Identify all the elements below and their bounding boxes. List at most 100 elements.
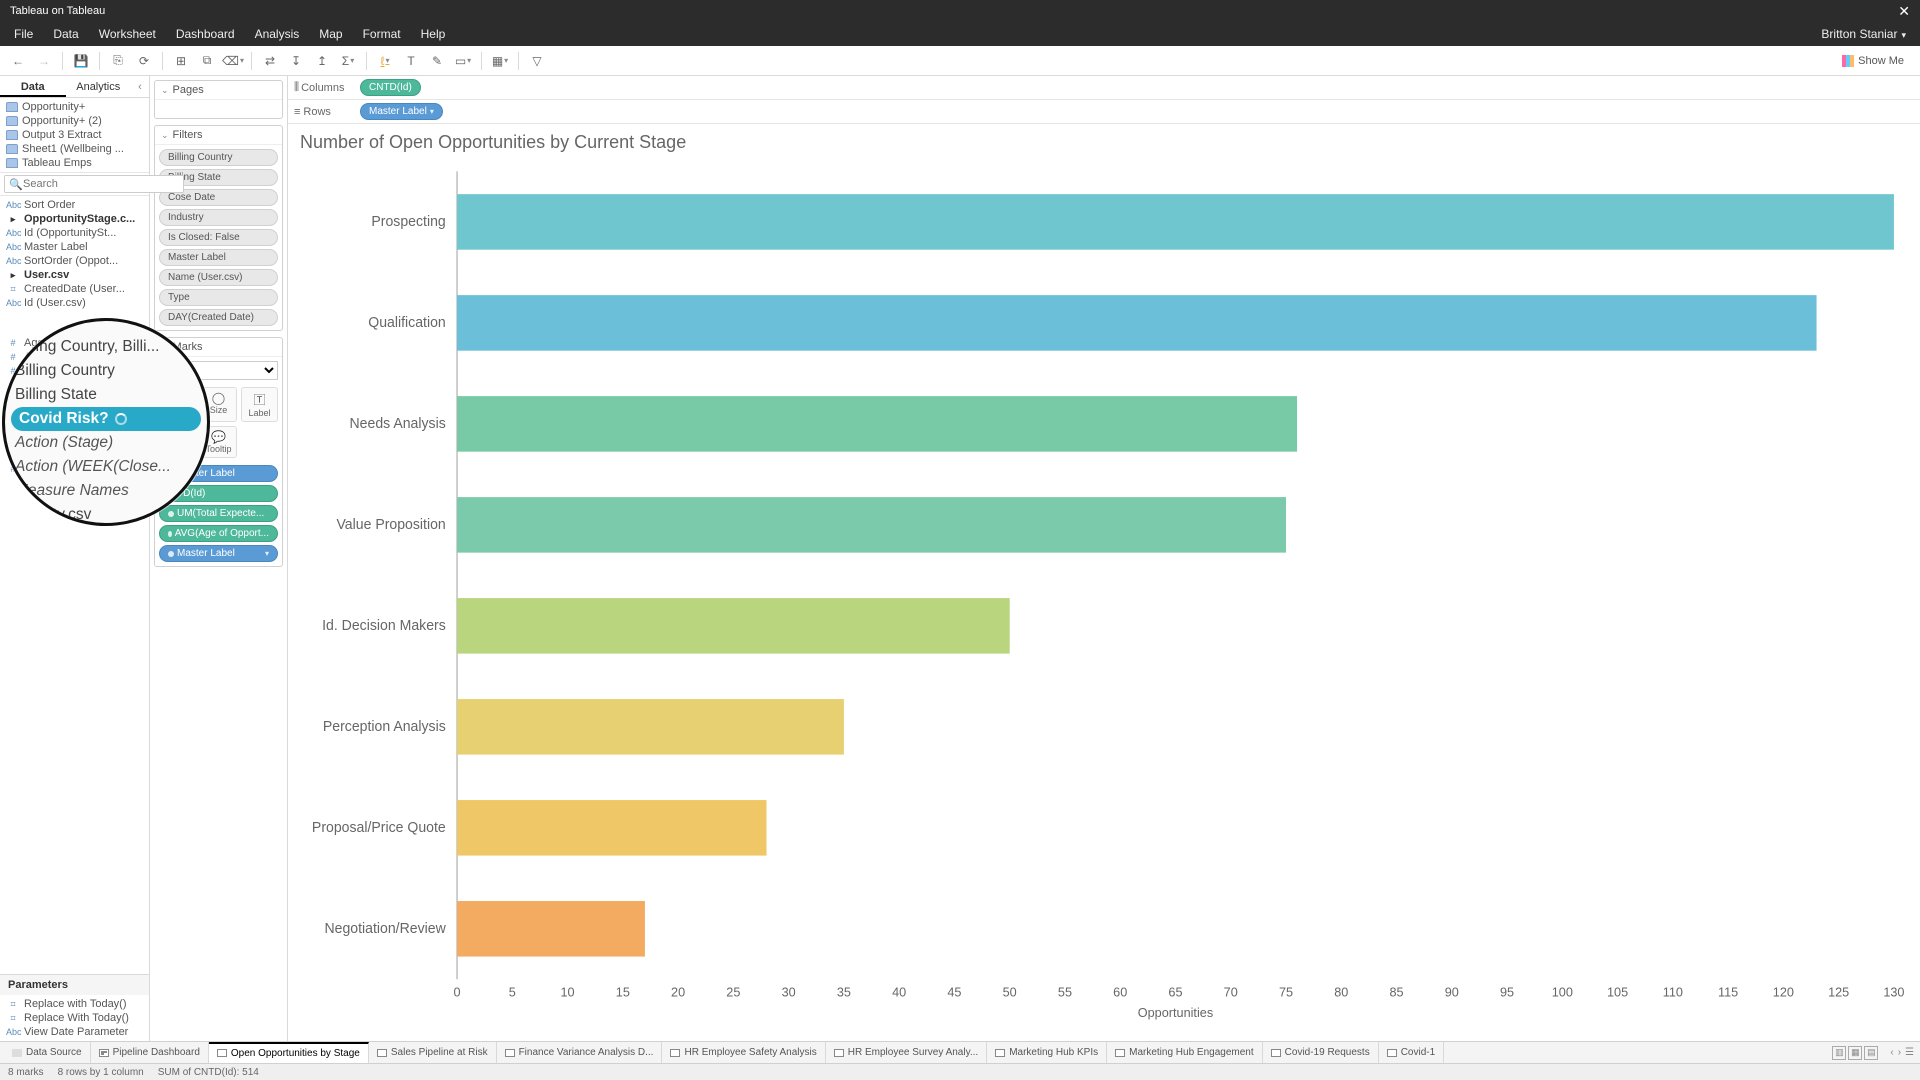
menu-format[interactable]: Format: [353, 27, 411, 41]
cards-button[interactable]: ▦: [488, 49, 512, 73]
datasource-item[interactable]: Tableau Emps: [6, 156, 143, 170]
titlebar: Tableau on Tableau ✕: [0, 0, 1920, 22]
new-sheet-button[interactable]: ⊞: [169, 49, 193, 73]
tab-analytics[interactable]: Analytics: [66, 76, 132, 97]
field-item[interactable]: ▸OpportunityStage.c...: [0, 212, 149, 226]
filter-pill[interactable]: Is Closed: False: [159, 229, 278, 246]
new-story-button[interactable]: ▤: [1864, 1046, 1878, 1060]
back-button[interactable]: ←: [6, 49, 30, 73]
field-item[interactable]: ⌗CreatedDate (User...: [0, 282, 149, 296]
menu-map[interactable]: Map: [309, 27, 352, 41]
menu-data[interactable]: Data: [43, 27, 88, 41]
totals-button[interactable]: Σ: [336, 49, 360, 73]
menu-analysis[interactable]: Analysis: [245, 27, 310, 41]
field-label: Id (OpportunitySt...: [24, 227, 116, 239]
filters-label: Filters: [173, 129, 203, 141]
filter-pill[interactable]: Name (User.csv): [159, 269, 278, 286]
tab-next-button[interactable]: ›: [1898, 1047, 1901, 1058]
show-me-button[interactable]: Show Me: [1842, 55, 1914, 67]
columns-shelf[interactable]: ⫼Columns CNTD(Id): [288, 76, 1920, 100]
parameter-item[interactable]: ⌗Replace with Today(): [0, 997, 149, 1011]
datasource-item[interactable]: Output 3 Extract: [6, 128, 143, 142]
swap-rows-cols-button[interactable]: ⇄: [258, 49, 282, 73]
datasource-item[interactable]: Opportunity+: [6, 100, 143, 114]
datasource-item[interactable]: Sheet1 (Wellbeing ...: [6, 142, 143, 156]
row-pill[interactable]: Master Label▾: [360, 103, 443, 120]
filter-pill[interactable]: DAY(Created Date): [159, 309, 278, 326]
mark-pill[interactable]: AVG(Age of Opport...: [159, 525, 278, 542]
sheet-tab[interactable]: Finance Variance Analysis D...: [497, 1042, 663, 1063]
duplicate-button[interactable]: ⧉: [195, 49, 219, 73]
datasource-icon: [12, 1049, 22, 1057]
field-item[interactable]: ▸User.csv: [0, 268, 149, 282]
mark-pill[interactable]: UM(Total Expecte...: [159, 505, 278, 522]
separator: [481, 52, 482, 70]
parameter-item[interactable]: ⌗Replace With Today(): [0, 1011, 149, 1025]
sheet-tab-label: Covid-1: [1401, 1047, 1435, 1058]
new-datasource-button[interactable]: ⎘: [106, 49, 130, 73]
field-item[interactable]: AbcSortOrder (Oppot...: [0, 254, 149, 268]
highlight-button[interactable]: ℓ: [373, 49, 397, 73]
filter-pill[interactable]: Master Label: [159, 249, 278, 266]
status-rows: 8 rows by 1 column: [58, 1067, 144, 1078]
close-icon[interactable]: ✕: [1898, 3, 1910, 20]
bar-chart[interactable]: ProspectingQualificationNeeds AnalysisVa…: [288, 157, 1920, 1041]
sort-desc-button[interactable]: ↥: [310, 49, 334, 73]
tab-prev-button[interactable]: ‹: [1890, 1047, 1893, 1058]
sheet-tab[interactable]: Data Source: [0, 1042, 91, 1063]
new-worksheet-button[interactable]: ▥: [1832, 1046, 1846, 1060]
save-button[interactable]: 💾: [69, 49, 93, 73]
rows-shelf[interactable]: ≡Rows Master Label▾: [288, 100, 1920, 124]
filter-pill[interactable]: Type: [159, 289, 278, 306]
user-menu[interactable]: Britton Staniar: [1821, 27, 1916, 41]
collapse-datapane-icon[interactable]: ‹: [131, 76, 149, 97]
pill-label: AVG(Age of Opport...: [175, 528, 269, 539]
sheet-tab[interactable]: Covid-19 Requests: [1263, 1042, 1379, 1063]
filter-pill[interactable]: Billing Country: [159, 149, 278, 166]
sheet-tab[interactable]: Covid-1: [1379, 1042, 1444, 1063]
tab-list-button[interactable]: ☰: [1905, 1047, 1914, 1058]
svg-text:70: 70: [1224, 984, 1238, 999]
sheet-tab[interactable]: Pipeline Dashboard: [91, 1042, 209, 1063]
separator: [62, 52, 63, 70]
filters-shelf[interactable]: ⌄Filters Billing CountryBilling StateCos…: [154, 125, 283, 331]
new-dashboard-button[interactable]: ▦: [1848, 1046, 1862, 1060]
field-item[interactable]: AbcSort Order: [0, 198, 149, 212]
menu-file[interactable]: File: [4, 27, 43, 41]
field-type-icon: Abc: [6, 256, 20, 266]
pages-shelf[interactable]: ⌄Pages: [154, 80, 283, 119]
datasource-item[interactable]: Opportunity+ (2): [6, 114, 143, 128]
search-input[interactable]: [4, 175, 184, 193]
filter-pill[interactable]: Industry: [159, 209, 278, 226]
auto-update-button[interactable]: ⟳: [132, 49, 156, 73]
fit-button[interactable]: ▭: [451, 49, 475, 73]
annotate-button[interactable]: ✎: [425, 49, 449, 73]
sheet-tab[interactable]: Marketing Hub Engagement: [1107, 1042, 1263, 1063]
rows-icon: ≡: [294, 106, 300, 118]
text-button[interactable]: T: [399, 49, 423, 73]
sheet-tab[interactable]: Open Opportunities by Stage: [209, 1042, 369, 1063]
field-item[interactable]: AbcId (User.csv): [0, 296, 149, 310]
sheet-tab[interactable]: HR Employee Survey Analy...: [826, 1042, 987, 1063]
field-item[interactable]: AbcMaster Label: [0, 240, 149, 254]
menu-dashboard[interactable]: Dashboard: [166, 27, 245, 41]
sheet-tab[interactable]: HR Employee Safety Analysis: [662, 1042, 825, 1063]
mark-pill[interactable]: Master Label▾: [159, 545, 278, 562]
parameter-item[interactable]: AbcView Date Parameter: [0, 1025, 149, 1039]
clear-sheet-button[interactable]: ⌫: [221, 49, 245, 73]
menu-help[interactable]: Help: [411, 27, 456, 41]
separator: [162, 52, 163, 70]
menu-worksheet[interactable]: Worksheet: [89, 27, 166, 41]
forward-button[interactable]: →: [32, 49, 56, 73]
app-title: Tableau on Tableau: [10, 5, 105, 17]
tab-data[interactable]: Data: [0, 76, 66, 97]
field-item[interactable]: AbcId (OpportunitySt...: [0, 226, 149, 240]
sheet-tab-label: HR Employee Safety Analysis: [684, 1047, 816, 1058]
column-pill[interactable]: CNTD(Id): [360, 79, 421, 96]
sort-asc-button[interactable]: ↧: [284, 49, 308, 73]
viz-title[interactable]: Number of Open Opportunities by Current …: [288, 124, 1920, 157]
marks-label-button[interactable]: 🅃Label: [241, 387, 278, 422]
sheet-tab[interactable]: Sales Pipeline at Risk: [369, 1042, 497, 1063]
sheet-tab[interactable]: Marketing Hub KPIs: [987, 1042, 1107, 1063]
presentation-button[interactable]: ▽: [525, 49, 549, 73]
